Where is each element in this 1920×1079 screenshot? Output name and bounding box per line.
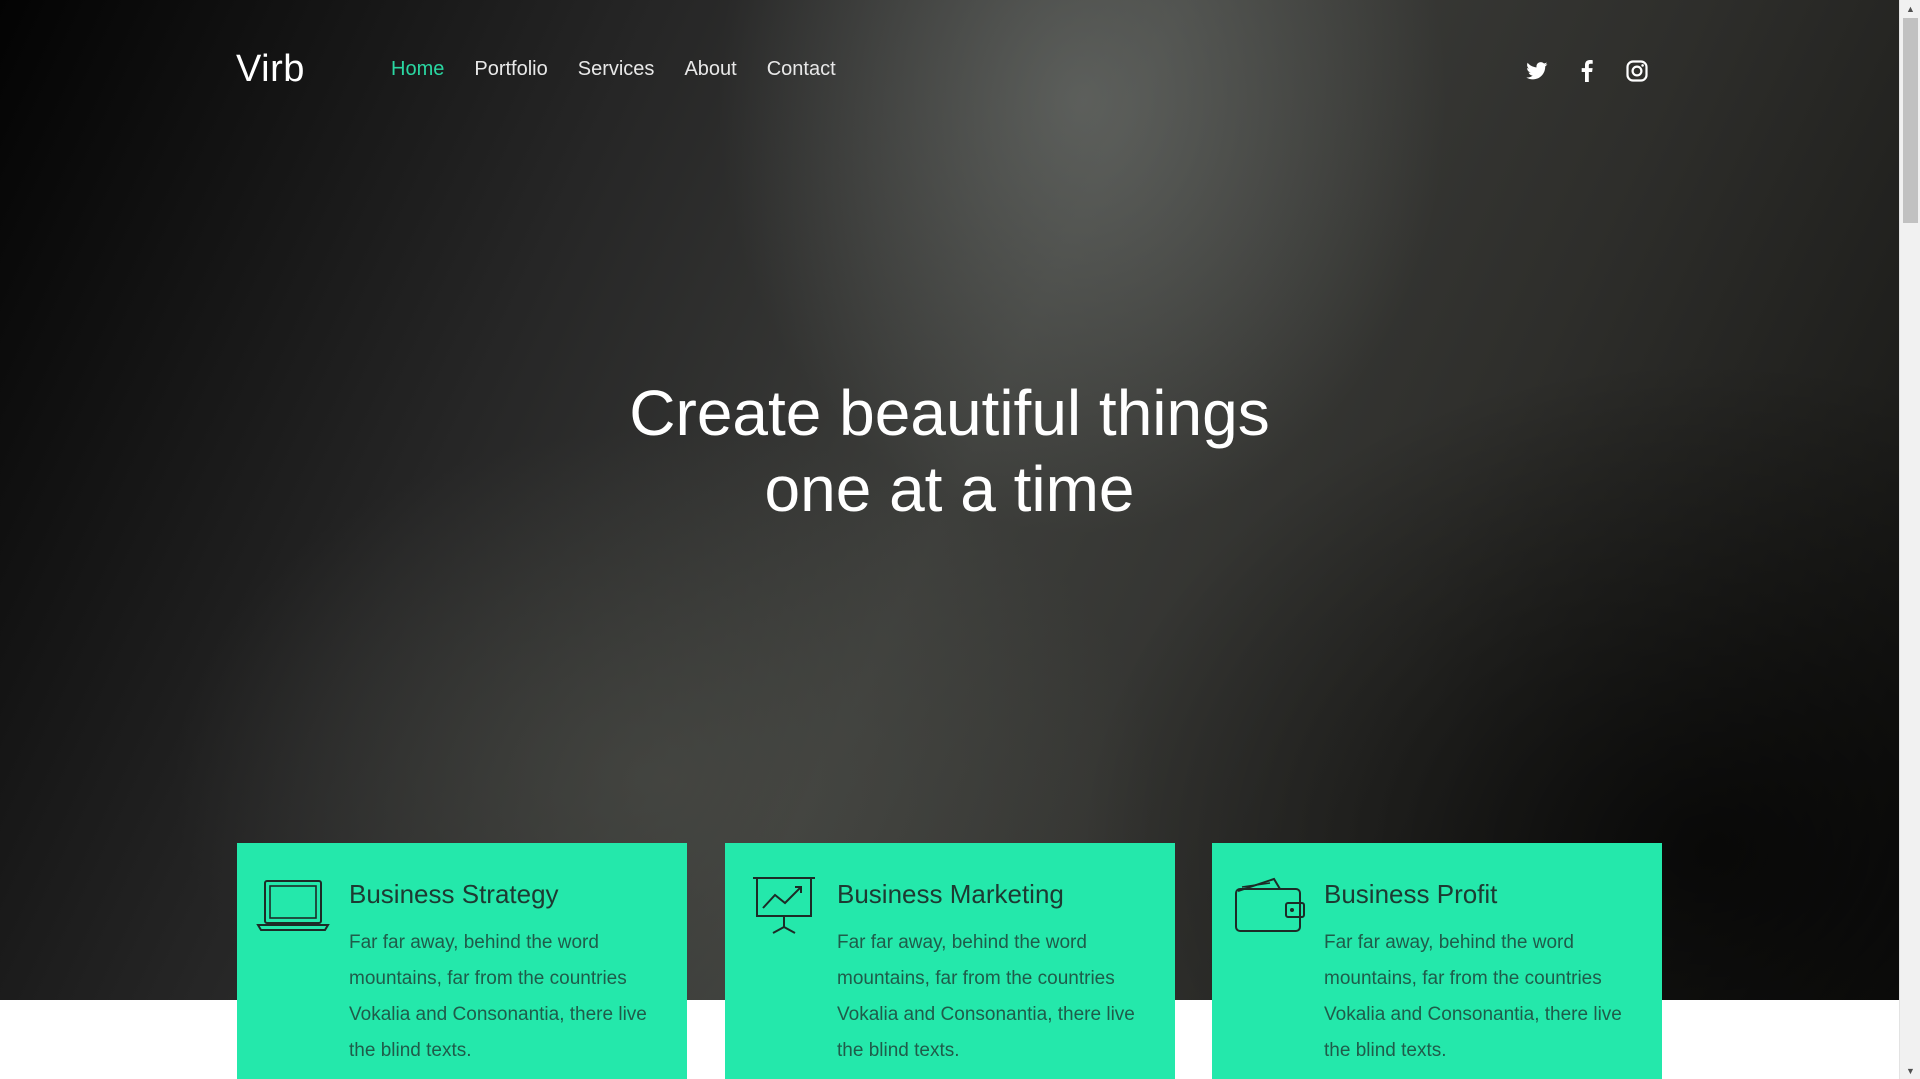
wallet-icon [1230, 873, 1310, 937]
scroll-up-arrow-icon[interactable]: ▲ [1900, 0, 1920, 17]
card-text: Far far away, behind the word mountains,… [349, 932, 647, 1061]
service-card-marketing: Business Marketing Far far away, behind … [725, 843, 1175, 1079]
page-scrollbar[interactable]: ▲ ▼ [1899, 0, 1920, 1079]
scroll-down-arrow-icon[interactable]: ▼ [1900, 1062, 1920, 1079]
facebook-icon[interactable] [1574, 58, 1600, 84]
card-title: Business Strategy [349, 879, 559, 909]
page: Virb Home Portfolio Services About Conta… [0, 0, 1920, 1079]
nav-item-contact[interactable]: Contact [767, 58, 836, 81]
service-card-profit: Business Profit Far far away, behind the… [1212, 843, 1662, 1079]
scroll-thumb[interactable] [1903, 18, 1918, 223]
hero-heading: Create beautiful things one at a time [0, 375, 1899, 527]
presentation-chart-icon [743, 873, 823, 937]
card-title: Business Marketing [837, 879, 1064, 909]
service-card-strategy: Business Strategy Far far away, behind t… [237, 843, 687, 1079]
main-nav: Home Portfolio Services About Contact [391, 58, 866, 81]
nav-item-portfolio[interactable]: Portfolio [474, 58, 547, 81]
laptop-icon [255, 873, 335, 937]
nav-item-home[interactable]: Home [391, 58, 444, 81]
nav-item-services[interactable]: Services [578, 58, 655, 81]
instagram-icon[interactable] [1624, 58, 1650, 84]
card-text: Far far away, behind the word mountains,… [837, 932, 1135, 1061]
card-title: Business Profit [1324, 879, 1498, 909]
hero-heading-line2: one at a time [764, 453, 1135, 525]
nav-item-about[interactable]: About [684, 58, 736, 81]
card-text: Far far away, behind the word mountains,… [1324, 932, 1622, 1061]
hero-heading-line1: Create beautiful things [629, 377, 1270, 449]
brand-logo[interactable]: Virb [236, 48, 305, 91]
twitter-icon[interactable] [1524, 58, 1550, 84]
